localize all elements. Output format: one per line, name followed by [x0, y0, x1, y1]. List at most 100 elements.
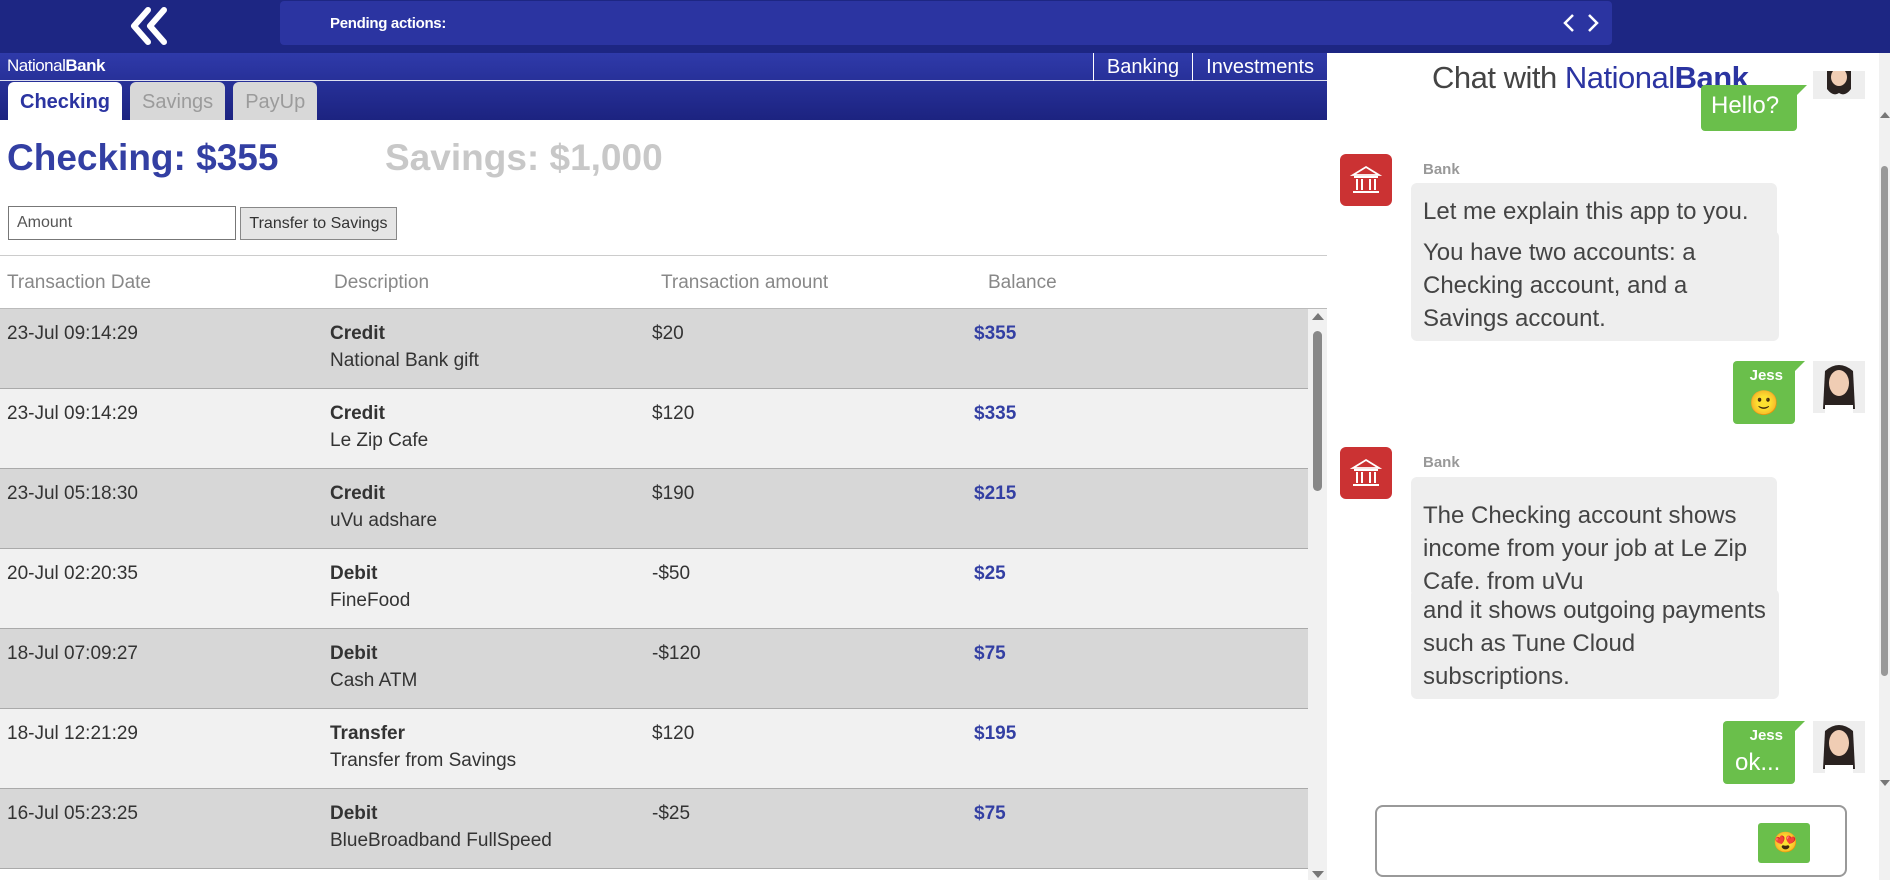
table-scroll-thumb[interactable] [1313, 331, 1322, 491]
user-sender-name: Jess [1749, 367, 1783, 384]
header-transaction-date: Transaction Date [7, 272, 151, 293]
row-amount: $20 [652, 323, 684, 344]
bank-building-icon [1349, 458, 1383, 486]
top-bar: Pending actions: [0, 0, 1890, 53]
row-description: Le Zip Cafe [330, 430, 429, 451]
row-type: Debit [330, 643, 378, 664]
table-row[interactable]: 18-Jul 12:21:29 Transfer Transfer from S… [0, 709, 1308, 789]
table-row[interactable]: 23-Jul 09:14:29 Credit National Bank gif… [0, 309, 1308, 389]
user-avatar [1813, 721, 1865, 773]
row-date: 20-Jul 02:20:35 [7, 563, 138, 584]
heart-eyes-emoji-icon: 😍 [1773, 832, 1798, 854]
table-row[interactable]: 23-Jul 09:14:29 Credit Le Zip Cafe $120 … [0, 389, 1308, 469]
amount-input[interactable] [8, 206, 236, 240]
row-type: Debit [330, 563, 378, 584]
row-balance: $215 [974, 483, 1017, 504]
transfer-to-savings-button[interactable]: Transfer to Savings [240, 207, 397, 240]
row-amount: $120 [652, 723, 695, 744]
transactions-table-header: Transaction Date Description Transaction… [0, 256, 1327, 309]
row-amount: -$25 [652, 803, 691, 824]
chat-scroll-up-icon[interactable] [1880, 112, 1890, 118]
row-balance: $25 [974, 563, 1006, 584]
row-description: uVu adshare [330, 510, 438, 531]
user-message-text: ok... [1735, 749, 1781, 776]
row-description-cell: Credit National Bank gift [330, 323, 479, 372]
row-type: Transfer [330, 723, 405, 744]
bank-building-icon [1349, 165, 1383, 193]
main-nav: Banking Investments [1092, 53, 1327, 81]
nav-investments[interactable]: Investments [1192, 53, 1327, 81]
emoji-picker-button[interactable]: 😍 [1758, 823, 1810, 863]
bank-avatar [1340, 154, 1392, 206]
row-description: FineFood [330, 590, 411, 611]
row-amount: -$50 [652, 563, 691, 584]
user-avatar [1813, 71, 1865, 99]
scroll-down-arrow-icon[interactable] [1312, 871, 1324, 878]
row-balance: $195 [974, 723, 1017, 744]
collapse-double-chevron-icon[interactable] [126, 4, 172, 48]
bank-sender-name: Bank [1423, 161, 1460, 178]
tab-payup[interactable]: PayUp [233, 82, 318, 120]
smile-emoji-icon: 🙂 [1749, 390, 1779, 417]
row-balance: $75 [974, 803, 1006, 824]
row-type: Credit [330, 483, 385, 504]
chat-scrollbar[interactable] [1879, 53, 1890, 880]
row-description: Cash ATM [330, 670, 418, 691]
user-message-text: Hello? [1711, 92, 1780, 119]
bank-sender-name: Bank [1423, 454, 1460, 471]
row-description-cell: Debit FineFood [330, 563, 410, 612]
row-balance: $335 [974, 403, 1017, 424]
row-description-cell: Credit Le Zip Cafe [330, 403, 428, 452]
row-description-cell: Credit uVu adshare [330, 483, 437, 532]
row-description: Transfer from Savings [330, 750, 517, 771]
scroll-up-arrow-icon[interactable] [1312, 313, 1324, 320]
user-avatar [1813, 361, 1865, 413]
row-date: 23-Jul 09:14:29 [7, 323, 138, 344]
row-type: Credit [330, 403, 385, 424]
bank-message-bubble: and it shows outgoing payments such as T… [1411, 589, 1779, 699]
account-tabs: Checking Savings PayUp [8, 82, 318, 120]
row-date: 16-Jul 05:23:25 [7, 803, 138, 824]
tab-checking[interactable]: Checking [8, 82, 123, 120]
table-row[interactable]: 20-Jul 02:20:35 Debit FineFood -$50 $25 [0, 549, 1308, 629]
checking-balance: Checking: $355 [7, 137, 279, 178]
bank-message-bubble: You have two accounts: a Checking accoun… [1411, 231, 1779, 341]
savings-balance: Savings: $1,000 [385, 137, 663, 178]
bank-message-bubble: The Checking account shows income from y… [1411, 477, 1777, 597]
row-amount: $120 [652, 403, 695, 424]
chat-panel: Chat with NationalBank Hello? Bank Let m… [1327, 53, 1890, 880]
chat-scroll-down-icon[interactable] [1880, 780, 1890, 786]
row-description-cell: Debit BlueBroadband FullSpeed [330, 803, 552, 852]
chevron-left-icon[interactable] [1560, 11, 1578, 35]
row-description: National Bank gift [330, 350, 479, 371]
chevron-right-icon[interactable] [1584, 11, 1602, 35]
user-message-bubble: Jess ok... [1723, 721, 1805, 784]
header-balance: Balance [988, 272, 1057, 293]
row-date: 23-Jul 09:14:29 [7, 403, 138, 424]
user-sender-name: Jess [1749, 727, 1783, 744]
header-transaction-amount: Transaction amount [661, 272, 829, 293]
table-row[interactable]: 23-Jul 05:18:30 Credit uVu adshare $190 … [0, 469, 1308, 549]
bank-logo: NationalBank [7, 56, 105, 75]
user-message-bubble: Jess 🙂 [1733, 361, 1805, 424]
row-amount: -$120 [652, 643, 701, 664]
table-scrollbar[interactable] [1308, 309, 1327, 880]
header-divider [0, 80, 1327, 81]
row-description-cell: Debit Cash ATM [330, 643, 417, 692]
bank-avatar [1340, 447, 1392, 499]
row-date: 18-Jul 12:21:29 [7, 723, 138, 744]
bank-header: NationalBank Banking Investments Checkin… [0, 53, 1327, 120]
nav-banking[interactable]: Banking [1092, 53, 1192, 81]
table-row[interactable]: 16-Jul 05:23:25 Debit BlueBroadband Full… [0, 789, 1308, 869]
row-balance: $355 [974, 323, 1017, 344]
table-row[interactable]: 18-Jul 07:09:27 Debit Cash ATM -$120 $75 [0, 629, 1308, 709]
row-date: 23-Jul 05:18:30 [7, 483, 138, 504]
pending-actions-bar: Pending actions: [280, 1, 1612, 45]
row-type: Credit [330, 323, 385, 344]
tab-savings[interactable]: Savings [130, 82, 226, 120]
chat-scroll-thumb[interactable] [1881, 166, 1888, 676]
row-description: BlueBroadband FullSpeed [330, 830, 552, 851]
user-message-bubble: Hello? [1701, 85, 1807, 131]
chat-message-input[interactable]: 😍 [1375, 805, 1847, 877]
row-amount: $190 [652, 483, 695, 504]
